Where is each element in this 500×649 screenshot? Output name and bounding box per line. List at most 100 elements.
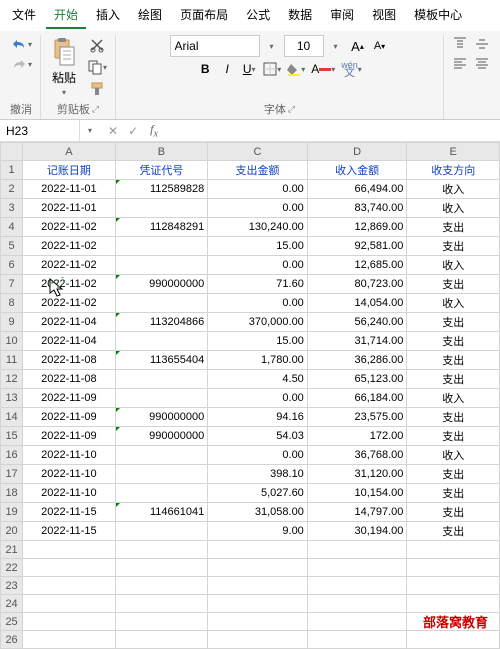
cell-direction[interactable]: 支出 [407, 351, 500, 370]
cell-direction[interactable]: 支出 [407, 275, 500, 294]
row-header[interactable]: 9 [1, 313, 23, 332]
cell-direction[interactable]: 支出 [407, 522, 500, 541]
cell-voucher[interactable] [115, 370, 208, 389]
cell-voucher[interactable] [115, 446, 208, 465]
menu-review[interactable]: 审阅 [322, 2, 362, 29]
cell-date[interactable]: 2022-11-10 [23, 446, 116, 465]
clipboard-launcher[interactable]: ⤢ [92, 104, 99, 115]
copy-button[interactable]: ▾ [85, 57, 109, 77]
row-header[interactable]: 2 [1, 180, 23, 199]
cell-direction[interactable]: 支出 [407, 408, 500, 427]
cell-voucher[interactable]: 114661041 [115, 503, 208, 522]
cell-date[interactable]: 2022-11-01 [23, 180, 116, 199]
font-size-select[interactable] [284, 35, 324, 57]
cell-direction[interactable]: 支出 [407, 218, 500, 237]
align-left-button[interactable] [450, 55, 470, 73]
cell-date[interactable]: 2022-11-10 [23, 465, 116, 484]
cell-date[interactable]: 2022-11-09 [23, 389, 116, 408]
fill-color-button[interactable]: ▾ [285, 60, 307, 78]
cell-direction[interactable]: 收入 [407, 446, 500, 465]
cell-date[interactable]: 2022-11-02 [23, 237, 116, 256]
cell-direction[interactable]: 支出 [407, 427, 500, 446]
align-top-button[interactable] [450, 35, 470, 53]
cellref-dropdown[interactable]: ▾ [80, 124, 100, 137]
align-center-button[interactable] [472, 55, 492, 73]
cell-expense[interactable]: 94.16 [208, 408, 308, 427]
column-title[interactable]: 收支方向 [407, 161, 500, 180]
cell-direction[interactable]: 收入 [407, 199, 500, 218]
cell-date[interactable]: 2022-11-09 [23, 427, 116, 446]
cell-expense[interactable]: 0.00 [208, 446, 308, 465]
row-header[interactable]: 3 [1, 199, 23, 218]
align-middle-button[interactable] [472, 35, 492, 53]
row-header[interactable]: 19 [1, 503, 23, 522]
cell-income[interactable]: 83,740.00 [307, 199, 407, 218]
font-name-dropdown[interactable]: ▾ [262, 40, 282, 53]
format-painter-button[interactable] [85, 79, 109, 99]
cell-expense[interactable]: 4.50 [208, 370, 308, 389]
cell-voucher[interactable]: 112848291 [115, 218, 208, 237]
cell-voucher[interactable] [115, 389, 208, 408]
spreadsheet-grid[interactable]: ABCDE 1记账日期凭证代号支出金额收入金额收支方向2 2022-11-01 … [0, 142, 500, 649]
cell-income[interactable]: 92,581.00 [307, 237, 407, 256]
cell-direction[interactable]: 支出 [407, 332, 500, 351]
cell-date[interactable]: 2022-11-15 [23, 503, 116, 522]
col-header[interactable]: A [23, 143, 116, 161]
font-name-select[interactable] [170, 35, 260, 57]
undo-button[interactable]: ▾ [8, 35, 34, 53]
cell-income[interactable]: 31,714.00 [307, 332, 407, 351]
row-header[interactable]: 15 [1, 427, 23, 446]
col-header[interactable]: C [208, 143, 308, 161]
font-size-dropdown[interactable]: ▾ [326, 40, 346, 53]
underline-button[interactable]: U ▾ [239, 60, 259, 78]
row-header[interactable]: 14 [1, 408, 23, 427]
row-header[interactable]: 8 [1, 294, 23, 313]
cell-income[interactable]: 56,240.00 [307, 313, 407, 332]
column-title[interactable]: 收入金额 [307, 161, 407, 180]
cell-voucher[interactable] [115, 484, 208, 503]
cancel-formula-icon[interactable]: ✕ [104, 124, 122, 138]
row-header[interactable]: 21 [1, 541, 23, 559]
menu-template[interactable]: 模板中心 [406, 2, 470, 29]
cell-voucher[interactable] [115, 522, 208, 541]
row-header[interactable]: 25 [1, 613, 23, 631]
cell-expense[interactable]: 0.00 [208, 256, 308, 275]
cell-date[interactable]: 2022-11-09 [23, 408, 116, 427]
bold-button[interactable]: B [195, 60, 215, 78]
cut-button[interactable] [85, 35, 109, 55]
cell-expense[interactable]: 1,780.00 [208, 351, 308, 370]
cell-expense[interactable]: 54.03 [208, 427, 308, 446]
row-header[interactable]: 24 [1, 595, 23, 613]
cell-expense[interactable]: 5,027.60 [208, 484, 308, 503]
fx-icon[interactable]: fx [146, 122, 162, 139]
cell-reference-input[interactable] [0, 120, 80, 141]
cell-expense[interactable]: 370,000.00 [208, 313, 308, 332]
row-header[interactable]: 5 [1, 237, 23, 256]
cell-direction[interactable]: 收入 [407, 294, 500, 313]
row-header[interactable]: 18 [1, 484, 23, 503]
increase-font-button[interactable]: A▴ [348, 37, 368, 56]
cell-expense[interactable]: 15.00 [208, 237, 308, 256]
column-title[interactable]: 支出金额 [208, 161, 308, 180]
column-title[interactable]: 凭证代号 [115, 161, 208, 180]
cell-direction[interactable]: 收入 [407, 256, 500, 275]
row-header[interactable]: 1 [1, 161, 23, 180]
cell-income[interactable]: 14,797.00 [307, 503, 407, 522]
cell-direction[interactable]: 支出 [407, 370, 500, 389]
col-header[interactable]: B [115, 143, 208, 161]
cell-income[interactable]: 172.00 [307, 427, 407, 446]
cell-expense[interactable]: 0.00 [208, 199, 308, 218]
cell-income[interactable]: 65,123.00 [307, 370, 407, 389]
cell-income[interactable]: 14,054.00 [307, 294, 407, 313]
row-header[interactable]: 17 [1, 465, 23, 484]
cell-voucher[interactable]: 990000000 [115, 275, 208, 294]
row-header[interactable]: 23 [1, 577, 23, 595]
cell-income[interactable]: 12,685.00 [307, 256, 407, 275]
cell-direction[interactable]: 收入 [407, 389, 500, 408]
cell-expense[interactable]: 31,058.00 [208, 503, 308, 522]
row-header[interactable]: 20 [1, 522, 23, 541]
cell-voucher[interactable]: 113655404 [115, 351, 208, 370]
font-launcher[interactable]: ⤢ [288, 104, 295, 115]
cell-income[interactable]: 66,494.00 [307, 180, 407, 199]
cell-date[interactable]: 2022-11-02 [23, 256, 116, 275]
